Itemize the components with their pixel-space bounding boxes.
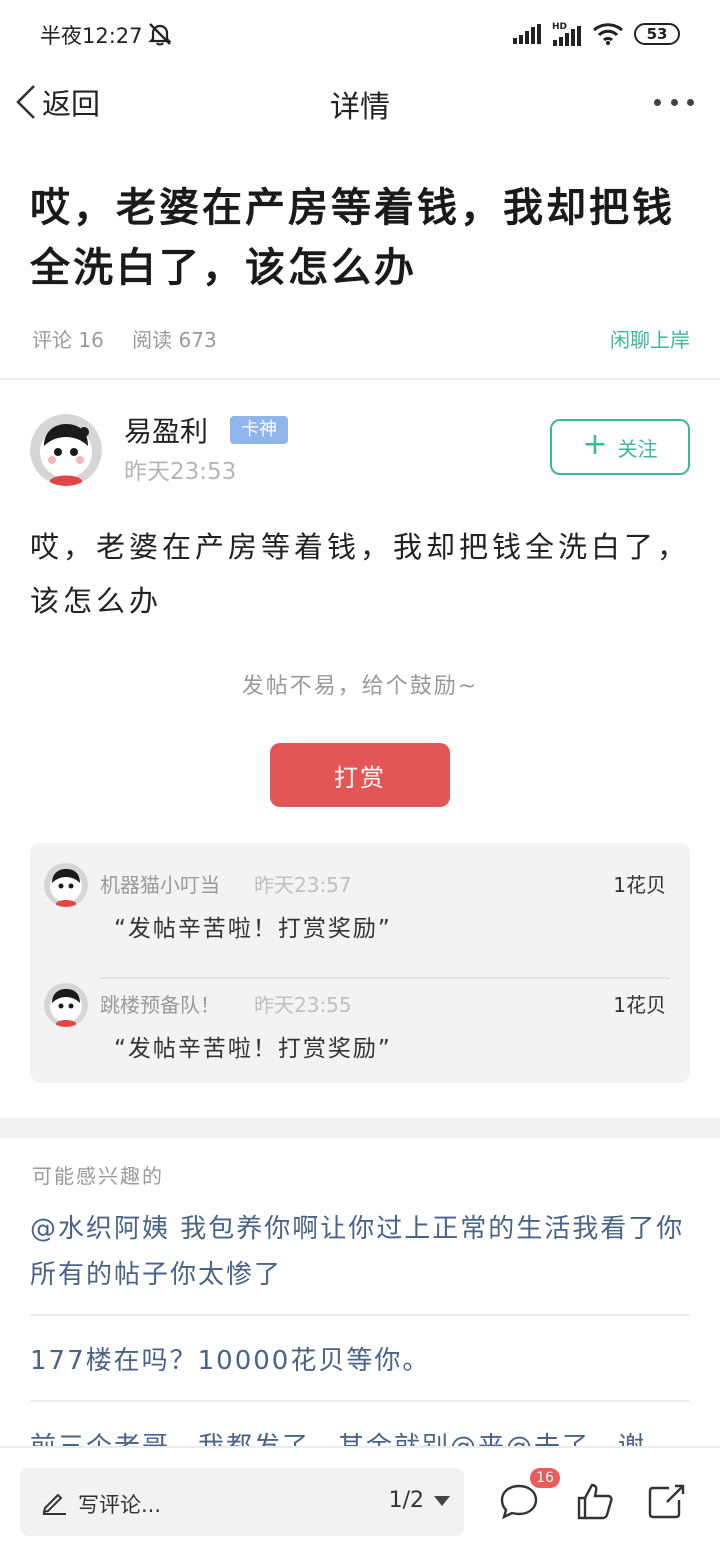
thumbs-up-icon[interactable] [574, 1480, 616, 1522]
more-dot-icon [670, 98, 678, 106]
author-avatar[interactable] [30, 414, 102, 486]
more-options-button[interactable] [654, 90, 694, 114]
tip-message: “发帖辛苦啦！打赏奖励” [114, 916, 392, 942]
reward-hint: 发帖不易，给个鼓励~ [241, 674, 479, 699]
more-dot-icon [654, 98, 661, 106]
more-dot-icon [687, 98, 694, 106]
status-bar: 半夜12:27 HD 53 [0, 0, 720, 68]
author-badge: 卡神 [230, 416, 288, 444]
tip-amount: 1花贝 [613, 873, 666, 897]
comment-input[interactable]: 写评论... 1/2 [20, 1468, 464, 1536]
author-name[interactable]: 易盈利 [124, 410, 208, 450]
page-selector[interactable]: 1/2 [389, 1488, 450, 1513]
reward-button[interactable]: 打赏 [270, 743, 450, 807]
topic-link[interactable]: 闲聊上岸 [610, 324, 690, 353]
divider [0, 378, 720, 380]
page-indicator: 1/2 [388, 1488, 424, 1513]
svg-text:HD: HD [552, 22, 567, 32]
tipper-name[interactable]: 跳楼预备队！ [100, 989, 220, 1018]
reward-item: 机器猫小叮当 昨天23:57 1花贝 “发帖辛苦啦！打赏奖励” [30, 859, 690, 979]
page-title: 详情 [330, 90, 390, 125]
tip-amount: 1花贝 [613, 993, 666, 1017]
battery-indicator: 53 [634, 23, 680, 45]
tip-time: 昨天23:57 [254, 873, 352, 897]
battery-level: 53 [646, 25, 668, 43]
post-meta: 评论 16 阅读 673 闲聊上岸 [32, 324, 690, 353]
tip-time: 昨天23:55 [254, 993, 352, 1017]
comment-count-badge: 16 [530, 1468, 560, 1488]
follow-label: 关注 [617, 436, 658, 461]
comment-placeholder: 写评论... [78, 1493, 162, 1517]
follow-button[interactable]: + 关注 [550, 419, 690, 475]
plus-icon: + [582, 427, 608, 462]
tipper-avatar[interactable] [44, 863, 88, 907]
reward-list: 机器猫小叮当 昨天23:57 1花贝 “发帖辛苦啦！打赏奖励” 跳楼预备队！ 昨… [30, 843, 690, 1083]
post-body: 哎，老婆在产房等着钱，我却把钱全洗白了，该怎么办 [30, 530, 691, 618]
status-icons: HD 53 [512, 20, 680, 48]
related-heading: 可能感兴趣的 [32, 1164, 164, 1188]
post-time: 昨天23:53 [124, 459, 237, 485]
nav-bar: 返回 详情 [0, 68, 720, 138]
wifi-icon [593, 23, 623, 45]
related-item[interactable]: 177楼在吗？10000花贝等你。 [30, 1332, 690, 1402]
signal-icon [513, 24, 541, 44]
post-title: 哎，老婆在产房等着钱，我却把钱全洗白了，该怎么办 [30, 185, 675, 291]
reward-item: 跳楼预备队！ 昨天23:55 1花贝 “发帖辛苦啦！打赏奖励” [30, 979, 690, 1089]
bottom-bar: 写评论... 1/2 16 [0, 1446, 720, 1560]
signal-hd-icon: HD [552, 22, 581, 46]
tipper-name[interactable]: 机器猫小叮当 [100, 869, 220, 898]
bell-off-icon [148, 23, 172, 46]
tipper-avatar[interactable] [44, 983, 88, 1027]
pencil-icon [42, 1493, 66, 1515]
related-item[interactable]: 前三个老哥，我都发了，其余就别@来@去了，谢 [30, 1418, 690, 1446]
share-icon[interactable] [645, 1480, 687, 1522]
read-count: 阅读 673 [132, 328, 217, 352]
section-divider [0, 1118, 720, 1138]
related-list: @水织阿姨 我包养你啊让你过上正常的生活我看了你所有的帖子你太惨了 177楼在吗… [30, 1200, 690, 1446]
tip-message: “发帖辛苦啦！打赏奖励” [114, 1036, 392, 1062]
caret-down-icon [434, 1495, 450, 1506]
status-time: 半夜12:27 [40, 24, 143, 48]
comment-count: 评论 16 [32, 328, 104, 352]
related-item[interactable]: @水织阿姨 我包养你啊让你过上正常的生活我看了你所有的帖子你太惨了 [30, 1200, 690, 1316]
